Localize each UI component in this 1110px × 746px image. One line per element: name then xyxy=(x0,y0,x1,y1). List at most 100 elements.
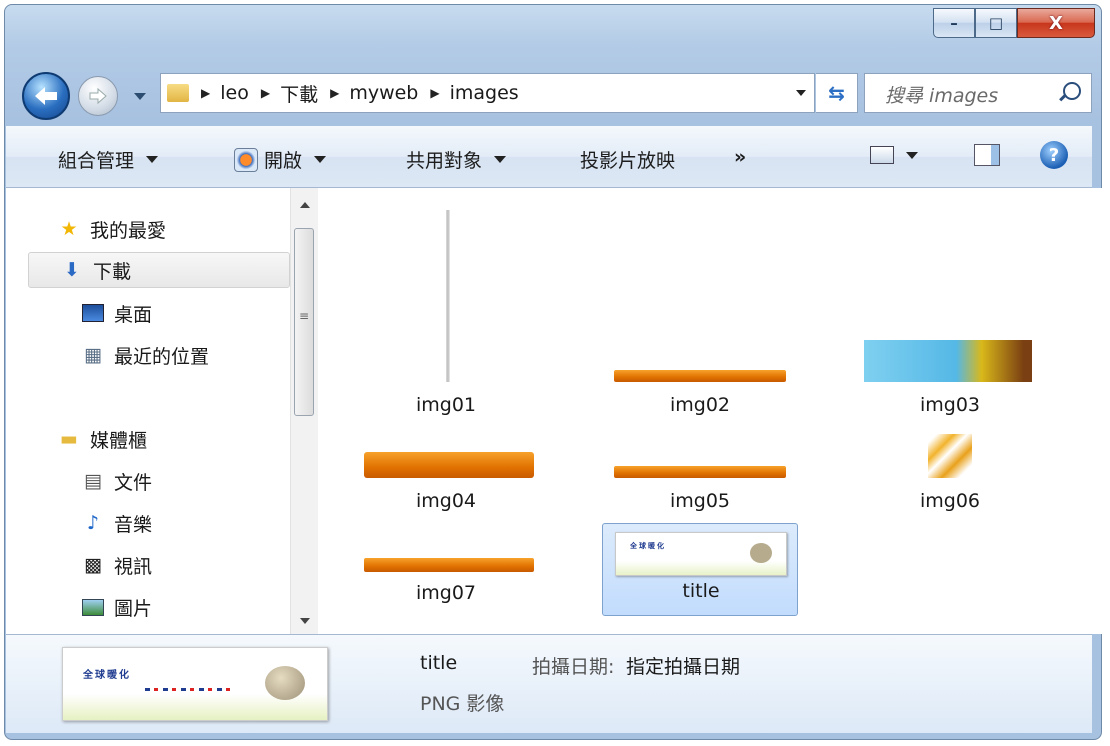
maximize-button[interactable]: □ xyxy=(975,8,1017,38)
slideshow-label: 投影片放映 xyxy=(580,150,676,172)
chevron-down-icon xyxy=(314,156,327,163)
preview-pane-icon xyxy=(974,144,1000,166)
chevron-right-icon[interactable]: ▶ xyxy=(330,86,339,100)
forward-button[interactable] xyxy=(78,76,118,116)
nav-item-label: 媒體櫃 xyxy=(90,429,148,452)
scroll-down-icon[interactable] xyxy=(300,618,310,624)
nav-item-music[interactable]: ♪ 音樂 xyxy=(82,506,152,540)
nav-item-recent-places[interactable]: ▦ 最近的位置 xyxy=(82,338,209,372)
nav-item-label: 音樂 xyxy=(114,513,153,536)
nav-item-documents[interactable]: ▤ 文件 xyxy=(82,464,152,498)
view-icon xyxy=(870,146,894,164)
file-name: img02 xyxy=(669,394,731,416)
more-commands-button[interactable]: » xyxy=(734,146,746,168)
file-thumbnail-img06 xyxy=(928,434,972,478)
document-icon: ▤ xyxy=(84,470,102,492)
navigation-bar: ▶ leo ▶ 下載 ▶ myweb ▶ images ⇆ 搜尋 images xyxy=(22,63,1102,120)
search-placeholder: 搜尋 images xyxy=(885,85,999,107)
file-name: img04 xyxy=(415,490,477,512)
more-label: » xyxy=(734,146,747,168)
file-thumbnail-img05 xyxy=(614,466,786,478)
search-icon[interactable] xyxy=(1063,82,1081,100)
help-button[interactable]: ? xyxy=(1040,141,1068,169)
chevron-right-icon[interactable]: ▶ xyxy=(201,86,210,100)
address-dropdown-icon[interactable] xyxy=(796,90,806,96)
file-item[interactable]: img04 xyxy=(348,432,544,522)
file-list-view: img01 img02 img03 img04 img05 img06 img0… xyxy=(318,188,1102,634)
address-bar[interactable]: ▶ leo ▶ 下載 ▶ myweb ▶ images xyxy=(160,73,815,113)
desktop-icon xyxy=(82,303,104,323)
star-icon: ★ xyxy=(60,218,78,240)
nav-item-label: 下載 xyxy=(93,260,132,283)
chevron-down-icon xyxy=(906,151,918,159)
details-file-name: title xyxy=(420,652,458,674)
preview-mini-title: 全球暖化 xyxy=(630,542,666,550)
caption-buttons: – □ X xyxy=(933,8,1095,42)
file-name: img03 xyxy=(919,394,981,416)
file-item[interactable]: img03 xyxy=(852,202,1048,428)
breadcrumb-item-myweb[interactable]: myweb xyxy=(349,82,418,104)
command-bar: 組合管理 開啟 共用對象 投影片放映 » ? xyxy=(6,126,1092,188)
file-item[interactable]: img07 xyxy=(348,524,544,614)
scroll-up-icon[interactable] xyxy=(300,202,310,208)
file-item[interactable]: img05 xyxy=(602,432,798,522)
navigation-pane: ★ 我的最愛 ⬇ 下載 桌面 ▦ 最近的位置 ▬ 媒體櫃 ▤ 文件 ♪ 音樂 ▩ 視訊 圖片 xyxy=(6,188,297,634)
share-button[interactable]: 共用對象 xyxy=(406,146,507,173)
nav-pane-scrollbar[interactable] xyxy=(290,188,319,634)
nav-item-label: 桌面 xyxy=(114,303,153,326)
details-date-value[interactable]: 指定拍攝日期 xyxy=(626,652,740,679)
file-name: img01 xyxy=(415,394,477,416)
nav-item-downloads[interactable]: ⬇ 下載 xyxy=(28,252,290,288)
preview-pane-button[interactable] xyxy=(974,144,1000,166)
breadcrumb-item-images[interactable]: images xyxy=(450,82,519,104)
film-icon: ▩ xyxy=(84,554,102,576)
music-note-icon: ♪ xyxy=(86,512,100,534)
slideshow-button[interactable]: 投影片放映 xyxy=(580,146,675,173)
file-thumbnail-title: 全球暖化 xyxy=(615,532,787,576)
search-input[interactable]: 搜尋 images xyxy=(864,73,1092,113)
download-folder-icon: ⬇ xyxy=(64,259,80,281)
maximize-icon: □ xyxy=(988,14,1004,32)
open-icon xyxy=(234,147,258,172)
back-button[interactable] xyxy=(22,72,70,120)
nav-item-videos[interactable]: ▩ 視訊 xyxy=(82,548,152,582)
nav-item-pictures[interactable]: 圖片 xyxy=(82,590,152,624)
file-item[interactable]: img06 xyxy=(852,432,1048,522)
minimize-icon: – xyxy=(950,14,958,32)
nav-item-favorites[interactable]: ★ 我的最愛 xyxy=(58,212,166,246)
file-thumbnail-img03 xyxy=(864,340,1032,382)
chevron-right-icon[interactable]: ▶ xyxy=(430,86,439,100)
breadcrumb-item-downloads[interactable]: 下載 xyxy=(280,80,318,107)
file-item[interactable]: img01 xyxy=(348,202,544,428)
nav-item-label: 視訊 xyxy=(114,555,153,578)
open-button[interactable]: 開啟 xyxy=(234,146,327,173)
file-item-selected[interactable]: 全球暖化 title xyxy=(602,523,798,616)
breadcrumb-item-leo[interactable]: leo xyxy=(220,82,249,104)
details-date-label: 拍攝日期: xyxy=(532,656,615,678)
file-thumbnail-img04 xyxy=(364,452,534,478)
organize-button[interactable]: 組合管理 xyxy=(58,146,159,173)
close-icon: X xyxy=(1049,12,1063,34)
file-name: title xyxy=(682,580,720,602)
chevron-right-icon[interactable]: ▶ xyxy=(261,86,270,100)
preview-title-text: 全球暖化 xyxy=(83,670,131,681)
file-item[interactable]: img02 xyxy=(602,202,798,428)
recent-places-icon: ▦ xyxy=(84,344,102,366)
file-name: img07 xyxy=(415,582,477,604)
scrollbar-thumb[interactable] xyxy=(294,228,314,416)
details-file-type: PNG 影像 xyxy=(420,693,505,715)
nav-item-desktop[interactable]: 桌面 xyxy=(82,296,152,330)
help-icon: ? xyxy=(1040,141,1068,169)
open-label: 開啟 xyxy=(264,150,303,172)
recent-pages-dropdown[interactable] xyxy=(134,93,146,100)
close-button[interactable]: X xyxy=(1017,8,1095,38)
nav-item-label: 最近的位置 xyxy=(114,345,210,368)
details-pane: 全球暖化 title 拍攝日期: 指定拍攝日期 PNG 影像 xyxy=(6,634,1092,733)
nav-item-libraries[interactable]: ▬ 媒體櫃 xyxy=(58,422,147,456)
change-view-button[interactable] xyxy=(870,146,918,164)
refresh-button[interactable]: ⇆ xyxy=(816,73,858,113)
chevron-down-icon xyxy=(146,156,159,163)
picture-icon xyxy=(82,597,104,617)
minimize-button[interactable]: – xyxy=(933,8,975,38)
file-thumbnail-img07 xyxy=(364,558,534,572)
